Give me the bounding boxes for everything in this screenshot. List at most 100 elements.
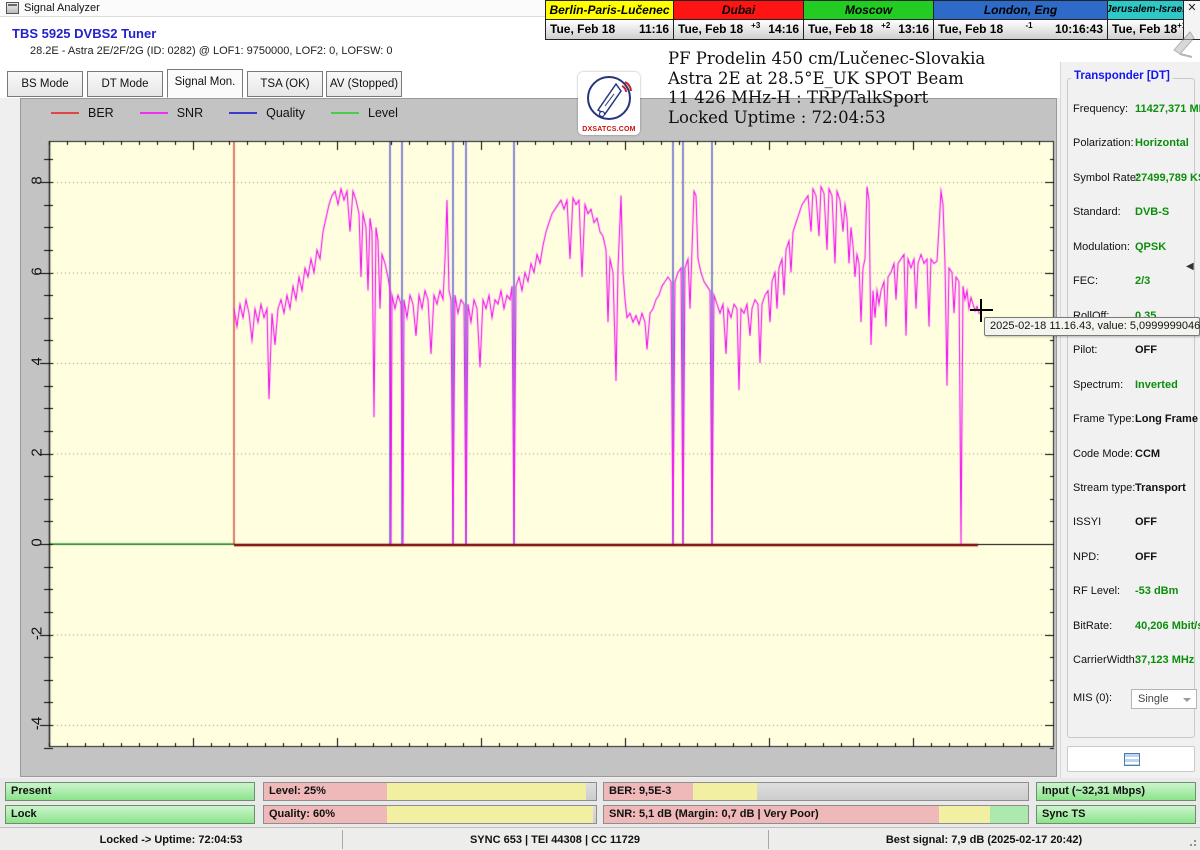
transponder-label: ISSYI <box>1073 516 1101 528</box>
annotation-block: PF Prodelin 450 cm/Lučenec-Slovakia Astr… <box>668 49 985 127</box>
transponder-row: RF Level:-53 dBm <box>1073 585 1195 601</box>
transponder-label: Frequency: <box>1073 103 1128 115</box>
clock-3: London, EngTue, Feb 18-110:16:43 <box>934 1 1108 39</box>
status-bar: Locked -> Uptime: 72:04:53SYNC 653 | TEI… <box>0 827 1200 850</box>
transponder-label: CarrierWidth: <box>1073 654 1138 666</box>
transponder-row: Modulation: QPSK <box>1073 241 1195 257</box>
legend-item-level: Level <box>331 106 398 120</box>
clock-city: Dubai <box>674 1 803 20</box>
list-icon <box>1124 753 1140 766</box>
clock-date: Tue, Feb 18 <box>808 22 873 36</box>
transponder-value: CCM <box>1135 448 1160 460</box>
transponder-label: Stream type: <box>1073 482 1135 494</box>
chart-value-tooltip: 2025-02-18 11.16.43, value: 5,0999999046… <box>984 317 1200 336</box>
crosshair-cursor <box>980 299 982 322</box>
transponder-label: NPD: <box>1073 551 1099 563</box>
y-tick-label: -4 <box>29 709 46 739</box>
annotation-line-satellite: Astra 2E at 28.5°E_UK SPOT Beam <box>668 69 985 89</box>
annotation-line-frequency: 11 426 MHz-H : TRP/TalkSport <box>668 88 985 108</box>
window-title: Signal Analyzer <box>24 2 100 14</box>
transponder-value: 2/3 <box>1135 275 1150 287</box>
tab-signal-mon-[interactable]: Signal Mon. <box>167 69 243 98</box>
tab-tsa-ok-[interactable]: TSA (OK) <box>247 71 323 97</box>
status-badge-present: Present <box>5 782 255 801</box>
dxsatcs-logo: DXSATCS.COM <box>578 72 640 135</box>
transponder-value: OFF <box>1135 551 1157 563</box>
clock-utc-offset: -1 <box>1003 21 1055 30</box>
transponder-row: BitRate:40,206 Mbit/s <box>1073 620 1195 636</box>
transponder-value: Horizontal <box>1135 137 1189 149</box>
transponder-label: Frame Type: <box>1073 413 1135 425</box>
legend-label: Quality <box>266 106 305 120</box>
mis-dropdown[interactable]: Single <box>1131 689 1197 709</box>
transponder-label: Standard: <box>1073 206 1121 218</box>
transponder-label: Modulation: <box>1073 241 1130 253</box>
status-badge-right-row1: Input (~32,31 Mbps) <box>1036 782 1196 801</box>
legend-swatch <box>229 112 257 114</box>
clock-1: DubaiTue, Feb 18+314:16 <box>674 1 804 39</box>
transponder-label: Spectrum: <box>1073 379 1123 391</box>
legend-item-quality: Quality <box>229 106 305 120</box>
transponder-label: Symbol Rate: <box>1073 172 1139 184</box>
world-clocks-panel: Berlin-Paris-LučenecTue, Feb 1811:16Duba… <box>545 0 1200 40</box>
clock-datetime: Tue, Feb 18+213:16 <box>804 20 933 39</box>
clock-date: Tue, Feb 18 <box>550 22 615 36</box>
chart-legend: BERSNRQualityLevel <box>51 106 398 120</box>
chevron-down-icon <box>1183 698 1191 702</box>
clock-datetime: Tue, Feb 18-110:16:43 <box>934 20 1107 39</box>
transponder-row-mis: MIS (0): Single <box>1073 692 1195 708</box>
legend-label: BER <box>88 106 114 120</box>
transponder-row: ISSYI OFF <box>1073 516 1195 532</box>
signal-chart[interactable] <box>29 135 1058 751</box>
tuner-info: 28.2E - Astra 2E/2F/2G (ID: 0282) @ LOF1… <box>30 45 393 57</box>
transponder-value: OFF <box>1135 516 1157 528</box>
app-icon <box>6 2 19 14</box>
tab-dt-mode[interactable]: DT Mode <box>87 71 163 97</box>
transponder-value: -53 dBm <box>1135 585 1178 597</box>
transponder-value: QPSK <box>1135 241 1166 253</box>
clock-utc-offset: +3 <box>743 21 768 30</box>
transponder-label: BitRate: <box>1073 620 1112 632</box>
clock-datetime: Tue, Feb 18+314:16 <box>674 20 803 39</box>
clock-0: Berlin-Paris-LučenecTue, Feb 1811:16 <box>546 1 674 39</box>
clock-datetime: Tue, Feb 1811:16 <box>546 20 673 39</box>
bar-segment <box>939 806 990 823</box>
transponder-row: Stream type:Transport <box>1073 482 1195 498</box>
transponder-row: Code Mode:CCM <box>1073 448 1195 464</box>
bar-segment <box>387 806 593 823</box>
bar-label: Quality: 60% <box>269 806 335 823</box>
transponder-label: Polarization: <box>1073 137 1134 149</box>
dxsatcs-logo-text: DXSATCS.COM <box>578 126 640 133</box>
transponder-value: Inverted <box>1135 379 1178 391</box>
tab-bs-mode[interactable]: BS Mode <box>7 71 83 97</box>
bar-segment <box>387 783 586 800</box>
bar-mid-row1: BER: 9,5E-3 <box>603 782 1029 801</box>
tab-av-stopped-[interactable]: AV (Stopped) <box>326 71 402 97</box>
panel-action-button[interactable] <box>1067 746 1195 772</box>
status-badge-right-row2: Sync TS <box>1036 805 1196 824</box>
transponder-label: FEC: <box>1073 275 1098 287</box>
clock-time-value: 13:16 <box>898 22 929 36</box>
bar-left-row1: Level: 25% <box>263 782 597 801</box>
signal-status-zone: Present Level: 25% BER: 9,5E-3 Input (~32,3… <box>0 778 1200 827</box>
transponder-value: 37,123 MHz <box>1135 654 1194 666</box>
mis-label: MIS (0): <box>1073 692 1112 704</box>
signal-analyzer-window: Signal Analyzer TBS 5925 DVBS2 Tuner 28.… <box>0 0 1200 850</box>
statusbar-section-2: Best signal: 7,9 dB (2025-02-17 20:42) <box>768 828 1200 850</box>
legend-swatch <box>51 112 79 114</box>
bar-label: Level: 25% <box>269 783 326 800</box>
statusbar-section-0: Locked -> Uptime: 72:04:53 <box>0 828 342 850</box>
transponder-row: Frequency:11427,371 MHz <box>1073 103 1195 119</box>
transponder-row: Symbol Rate:27499,789 KS/s <box>1073 172 1195 188</box>
clock-2: MoscowTue, Feb 18+213:16 <box>804 1 934 39</box>
chart-panel: BERSNRQualityLevel 86420-2-4 <box>20 98 1057 777</box>
scroll-left-arrow[interactable]: ◀ <box>1186 261 1194 272</box>
transponder-label: Code Mode: <box>1073 448 1133 460</box>
transponder-row: FEC: 2/3 <box>1073 275 1195 291</box>
transponder-row: Frame Type:Long Frame <box>1073 413 1195 429</box>
clock-date: Tue, Feb 18 <box>678 22 743 36</box>
transponder-row: NPD: OFF <box>1073 551 1195 567</box>
transponder-row: Standard:DVB-S <box>1073 206 1195 222</box>
statusbar-section-1: SYNC 653 | TEI 44308 | CC 11729 <box>342 828 768 850</box>
bar-label: BER: 9,5E-3 <box>609 783 671 800</box>
